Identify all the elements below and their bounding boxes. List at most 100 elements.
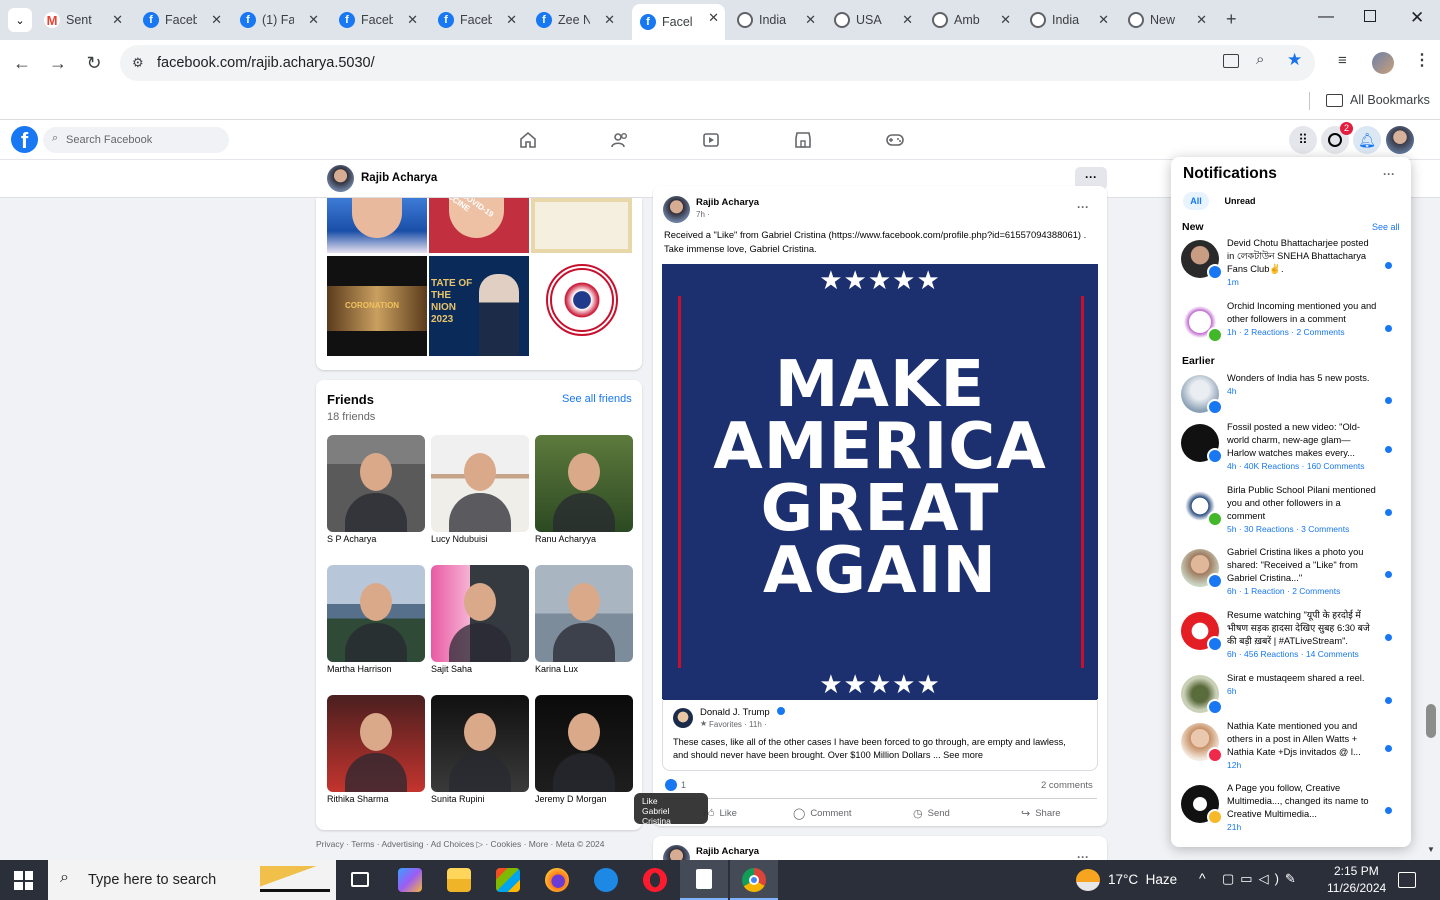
close-tab-icon[interactable]: ✕ (902, 12, 913, 28)
friend-photo[interactable] (431, 565, 529, 662)
store-icon[interactable] (496, 868, 520, 892)
facebook-search-input[interactable]: Search Facebook (43, 127, 229, 153)
friend-name[interactable]: Sunita Rupini (431, 794, 485, 804)
task-view-icon[interactable] (351, 872, 369, 887)
opera-icon[interactable] (643, 868, 667, 892)
clock-date[interactable]: 11/26/2024 (1327, 881, 1386, 895)
post-time[interactable]: 7h · (696, 210, 710, 219)
chrome-taskbar-button[interactable] (730, 860, 778, 900)
site-info-icon[interactable]: ⚙ (132, 55, 144, 71)
photo-thumb[interactable] (531, 256, 632, 356)
all-bookmarks-link[interactable]: All Bookmarks (1350, 93, 1430, 107)
next-post-author[interactable]: Rajib Acharya (696, 846, 759, 857)
profile-name[interactable]: Rajib Acharya (361, 172, 437, 184)
friend-name[interactable]: Ranu Acharyya (535, 534, 596, 544)
browser-tab[interactable]: New ✕ (1120, 6, 1213, 34)
post-options-icon[interactable]: ··· (1077, 200, 1089, 214)
notification-item[interactable]: Fossil posted a new video: "Old-world ch… (1179, 421, 1404, 481)
photo-thumb[interactable] (327, 198, 427, 253)
browser-tab[interactable]: f Zee N ✕ (528, 6, 621, 34)
like-reaction-icon[interactable] (665, 779, 677, 791)
action-center-icon[interactable] (1398, 872, 1416, 888)
send-button[interactable]: ◷ Send (913, 805, 950, 821)
close-tab-icon[interactable]: ✕ (1000, 12, 1011, 28)
maximize-button[interactable] (1364, 10, 1376, 22)
gaming-icon[interactable] (885, 130, 905, 150)
firefox-icon[interactable] (545, 868, 569, 892)
friend-photo[interactable] (535, 565, 633, 662)
notification-item[interactable]: Orchid Incoming mentioned you and other … (1179, 300, 1404, 360)
browser-tab[interactable]: f Faceb ✕ (430, 6, 523, 34)
like-button[interactable]: 👍︎ Like (703, 805, 737, 821)
taskbar-search-box[interactable]: ⌕ Type here to search (48, 860, 336, 900)
share-button[interactable]: ↪ Share (1021, 805, 1061, 821)
filter-unread-tab[interactable]: Unread (1219, 192, 1261, 210)
friend-name[interactable]: Jeremy D Morgan (535, 794, 607, 804)
post-image[interactable]: ★★★★★ MAKE AMERICA GREAT AGAIN ★★★★★ (662, 264, 1098, 700)
browser-tab[interactable]: India ✕ (1022, 6, 1115, 34)
browser-tab[interactable]: f Faceb ✕ (135, 6, 228, 34)
forward-button[interactable]: → (46, 51, 70, 75)
post-author-avatar[interactable] (663, 196, 690, 223)
close-tab-icon[interactable]: ✕ (308, 12, 319, 28)
profile-avatar[interactable] (1372, 52, 1394, 74)
photo-thumb[interactable]: TATE OF THE NION 2023 (429, 256, 529, 356)
post-author-name[interactable]: Rajib Acharya (696, 197, 759, 208)
install-app-icon[interactable] (1223, 54, 1239, 68)
close-tab-icon[interactable]: ✕ (1098, 12, 1109, 28)
shared-post-box[interactable]: Donald J. Trump Favorites · 11h · ★ Thes… (662, 699, 1098, 771)
reload-button[interactable]: ↻ (82, 51, 106, 75)
media-control-icon[interactable]: ≡ (1338, 52, 1347, 69)
notepad-taskbar-button[interactable] (680, 860, 728, 900)
friend-photo[interactable] (327, 565, 425, 662)
friend-name[interactable]: Martha Harrison (327, 664, 392, 674)
notification-item[interactable]: Resume watching "यूपी के हरदोई में भीषण … (1179, 609, 1404, 669)
clock-time[interactable]: 2:15 PM (1334, 864, 1379, 878)
tray-chevron-icon[interactable]: ^ (1199, 870, 1206, 886)
back-button[interactable]: ← (10, 51, 34, 75)
weather-text[interactable]: 17°C Haze (1108, 872, 1177, 887)
marketplace-icon[interactable] (793, 130, 813, 150)
notifications-options-icon[interactable]: ··· (1383, 167, 1395, 181)
url-box[interactable]: ⚙ facebook.com/rajib.acharya.5030/ ⌕ ★ (120, 45, 1315, 81)
browser-tab[interactable]: f Facel ✕ (632, 4, 725, 40)
browser-tab[interactable]: Amb ✕ (924, 6, 1017, 34)
friends-icon[interactable] (610, 130, 630, 150)
filter-all-tab[interactable]: All (1183, 192, 1209, 210)
panel-scroll-down-icon[interactable]: ▼ (1427, 845, 1435, 854)
browser-tab[interactable]: f Faceb ✕ (331, 6, 424, 34)
minimize-button[interactable]: — (1318, 8, 1334, 26)
browser-tab[interactable]: M Sent ✕ (36, 6, 129, 34)
browser-tab[interactable]: India ✕ (729, 6, 822, 34)
see-all-notifications-link[interactable]: See all (1372, 222, 1400, 232)
friend-name[interactable]: Sajit Saha (431, 664, 472, 674)
friend-name[interactable]: Lucy Ndubuisi (431, 534, 488, 544)
photo-thumb[interactable]: CORONATION (327, 256, 427, 356)
friend-name[interactable]: Karina Lux (535, 664, 578, 674)
friend-photo[interactable] (327, 435, 425, 532)
tab-search-button[interactable]: ⌄ (8, 8, 32, 32)
notification-item[interactable]: Birla Public School Pilani mentioned you… (1179, 484, 1404, 544)
friend-photo[interactable] (327, 695, 425, 792)
friend-photo[interactable] (431, 435, 529, 532)
close-tab-icon[interactable]: ✕ (112, 12, 123, 28)
copilot-icon[interactable] (398, 868, 422, 892)
comment-count[interactable]: 2 comments (1041, 780, 1093, 791)
close-tab-icon[interactable]: ✕ (407, 12, 418, 28)
url-text[interactable]: facebook.com/rajib.acharya.5030/ (157, 55, 375, 71)
close-tab-icon[interactable]: ✕ (506, 12, 517, 28)
comment-button[interactable]: ◯ Comment (793, 805, 852, 821)
notification-item[interactable]: A Page you follow, Creative Multimedia..… (1179, 782, 1404, 842)
friend-photo[interactable] (535, 435, 633, 532)
footer-links[interactable]: Privacy · Terms · Advertising · Ad Choic… (316, 839, 605, 850)
profile-avatar-small[interactable] (327, 165, 354, 192)
browser-menu-icon[interactable]: ⋮ (1414, 50, 1430, 70)
home-icon[interactable] (518, 130, 538, 150)
trump-avatar[interactable] (673, 708, 693, 728)
menu-grid-button[interactable]: ⠿ (1289, 126, 1317, 154)
close-tab-icon[interactable]: ✕ (604, 12, 615, 28)
zoom-icon[interactable]: ⌕ (1256, 51, 1264, 68)
video-icon[interactable] (701, 130, 721, 150)
file-explorer-icon[interactable] (447, 868, 471, 892)
photo-thumb[interactable]: T MY COVID-19 VACCINE (429, 198, 529, 253)
